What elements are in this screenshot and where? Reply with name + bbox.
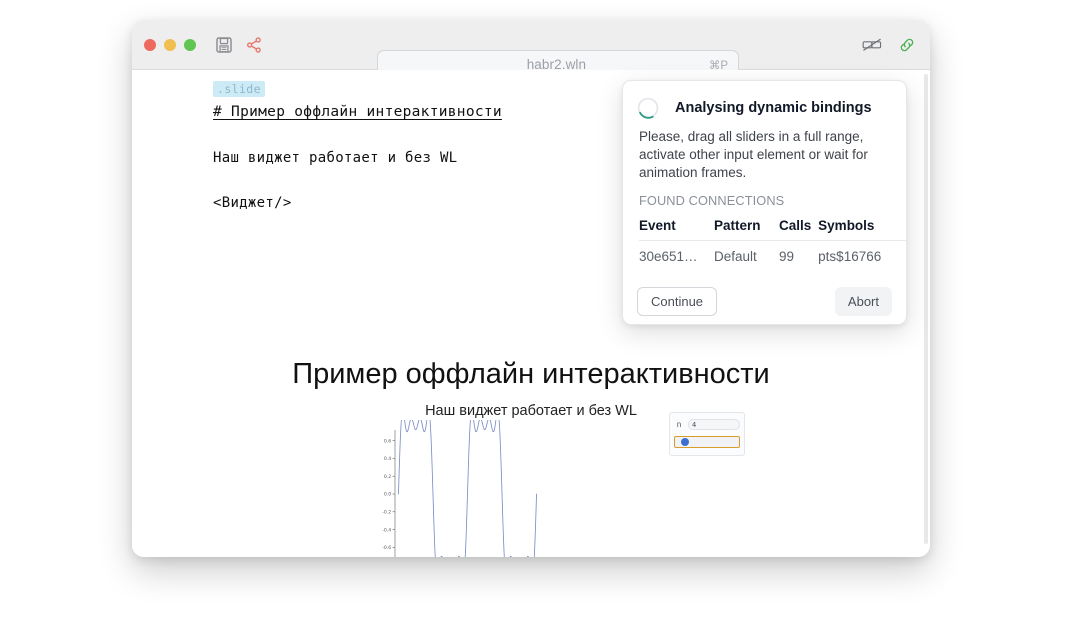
cell-pattern: Default [714,240,779,264]
svg-text:-0.2: -0.2 [382,509,391,515]
abort-button[interactable]: Abort [835,287,892,316]
cell-symbols: pts$16766 [818,240,907,264]
titlebar-left-actions [215,36,263,54]
share-icon[interactable] [245,36,263,54]
popup-header: Analysing dynamic bindings [623,81,906,119]
save-icon[interactable] [215,36,233,54]
column-header-event: Event [639,218,714,241]
editor-paragraph-line: Наш виджет работает и без WL [213,150,502,166]
editor-widget-tag-line: <Виджет/> [213,195,502,211]
dynamic-bindings-popup: Analysing dynamic bindings Please, drag … [622,80,907,325]
plot-svg: 0.60.40.20.0-0.2-0.4-0.6-1.0-0.8-0.6-0.4… [364,420,544,557]
slider-track[interactable] [674,436,740,448]
continue-button[interactable]: Continue [637,287,717,316]
svg-text:0.2: 0.2 [384,474,391,480]
editor-heading-line: # Пример оффлайн интерактивности [213,104,502,120]
link-icon[interactable] [898,36,916,54]
column-header-pattern: Pattern [714,218,779,241]
popup-title: Analysing dynamic bindings [675,100,872,116]
svg-text:-0.4: -0.4 [382,527,391,533]
minimize-window-button[interactable] [164,39,176,51]
table-header-row: Event Pattern Calls Symbols [639,218,907,241]
svg-text:0.6: 0.6 [384,438,391,444]
slider-label: n [674,420,684,429]
column-header-calls: Calls [779,218,818,241]
window-titlebar: habr2.wln ⌘P [132,20,930,70]
fourier-plot: 0.60.40.20.0-0.2-0.4-0.6-1.0-0.8-0.6-0.4… [364,420,544,557]
app-window: habr2.wln ⌘P .slide [132,20,930,557]
svg-text:0.0: 0.0 [384,492,391,498]
popup-description: Please, drag all sliders in a full range… [623,119,906,182]
slide-subtitle: Наш виджет работает и без WL [132,403,930,419]
vertical-scrollbar[interactable] [924,74,928,544]
loading-spinner-icon [637,97,659,119]
slide-title: Пример оффлайн интерактивности [132,358,930,391]
titlebar-right-actions [862,20,916,69]
column-header-symbols: Symbols [818,218,907,241]
hide-preview-icon[interactable] [862,36,880,54]
source-editor[interactable]: .slide # Пример оффлайн интерактивности … [213,78,502,211]
maximize-window-button[interactable] [184,39,196,51]
found-connections-table: Event Pattern Calls Symbols 30e651… Defa… [639,218,907,264]
slide-tag-chip: .slide [213,81,265,97]
svg-text:0.4: 0.4 [384,456,391,462]
popup-footer: Continue Abort [623,278,906,324]
table-row[interactable]: 30e651… Default 99 pts$16766 [639,240,907,264]
cell-event: 30e651… [639,240,714,264]
slider-thumb[interactable] [681,438,689,446]
close-window-button[interactable] [144,39,156,51]
slider-value-input[interactable]: 4 [688,419,740,430]
traffic-light-group [144,39,196,51]
slider-input-row: n 4 [674,419,740,430]
popup-section-label: FOUND CONNECTIONS [623,182,906,208]
cell-calls: 99 [779,240,818,264]
slider-widget[interactable]: n 4 [669,412,745,456]
svg-text:-0.6: -0.6 [382,545,391,551]
